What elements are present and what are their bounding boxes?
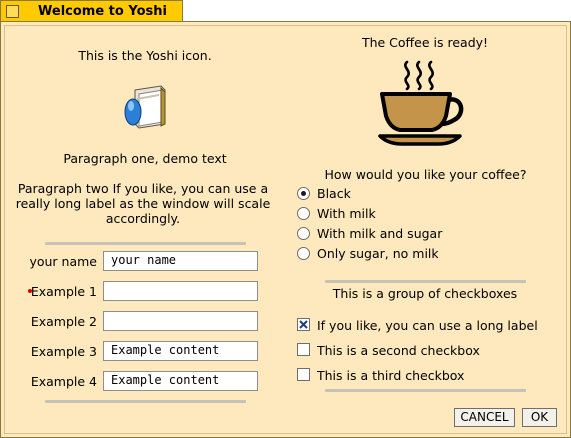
paragraph-two-line-2: really long label as the window will sca… (15, 196, 271, 211)
checkbox-group-title: This is a group of checkboxes (332, 286, 518, 301)
ok-button[interactable]: OK (522, 408, 557, 427)
window-menu-icon[interactable] (6, 5, 19, 18)
separator (45, 400, 246, 403)
your-name-field[interactable]: your name (103, 251, 258, 271)
separator (45, 242, 246, 245)
separator (325, 389, 526, 392)
radio-with-milk-label[interactable]: With milk (317, 206, 376, 221)
example-4-field[interactable]: Example content (103, 371, 258, 391)
radio-with-milk[interactable] (297, 207, 310, 220)
example-2-field[interactable] (103, 311, 258, 331)
separator (325, 280, 526, 283)
coffee-cup-icon (378, 60, 464, 146)
form-label-example-2: Example 2 (30, 314, 97, 329)
form-label-example-3: Example 3 (30, 344, 97, 359)
checkbox-second-label[interactable]: This is a second checkbox (317, 343, 480, 358)
checkbox-second[interactable] (297, 343, 310, 356)
window-title: Welcome to Yoshi (38, 4, 167, 19)
cancel-button[interactable]: CANCEL (454, 408, 515, 427)
radio-only-sugar[interactable] (297, 247, 310, 260)
icon-caption: This is the Yoshi icon. (78, 48, 212, 63)
radio-only-sugar-label[interactable]: Only sugar, no milk (317, 246, 439, 261)
example-3-field[interactable]: Example content (103, 341, 258, 361)
radio-black-label[interactable]: Black (317, 186, 351, 201)
checkbox-long-label[interactable] (297, 318, 310, 331)
checkbox-third[interactable] (297, 368, 310, 381)
form-label-example-4: Example 4 (30, 374, 97, 389)
example-1-field[interactable] (103, 281, 258, 301)
radio-with-milk-and-sugar-label[interactable]: With milk and sugar (317, 226, 442, 241)
form-label-your-name: your name (29, 254, 97, 269)
window-title-tab[interactable]: Welcome to Yoshi (0, 0, 183, 21)
form-label-example-1: Example 1 (30, 284, 97, 299)
checkbox-third-label[interactable]: This is a third checkbox (317, 368, 464, 383)
dialog-inner-border (4, 25, 567, 434)
check-mark-icon (299, 320, 308, 329)
coffee-question: How would you like your coffee? (324, 167, 527, 182)
checkbox-long-label-text[interactable]: If you like, you can use a long label (317, 318, 538, 333)
radio-black[interactable] (297, 187, 310, 200)
paragraph-one: Paragraph one, demo text (63, 151, 227, 166)
paragraph-two-line-1: Paragraph two If you like, you can use a (17, 181, 269, 196)
paragraph-two-line-3: accordingly. (105, 211, 181, 226)
radio-with-milk-and-sugar[interactable] (297, 227, 310, 240)
coffee-caption: The Coffee is ready! (361, 35, 489, 50)
yoshi-icon (124, 85, 166, 129)
